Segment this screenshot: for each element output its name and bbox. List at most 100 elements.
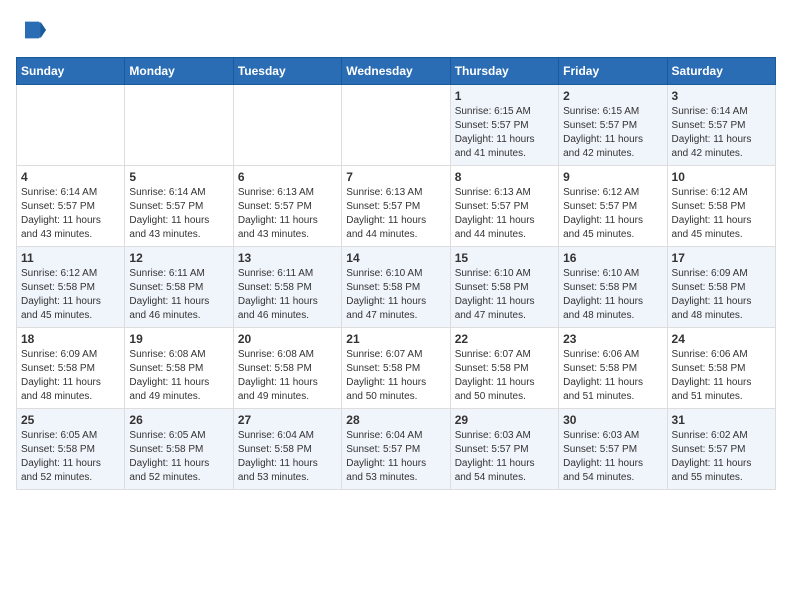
day-info: Sunrise: 6:14 AM Sunset: 5:57 PM Dayligh… [672,105,771,161]
day-number: 6 [238,170,337,184]
day-info: Sunrise: 6:02 AM Sunset: 5:57 PM Dayligh… [672,429,771,485]
day-number: 30 [563,413,662,427]
day-cell: 12 Sunrise: 6:11 AM Sunset: 5:58 PM Dayli… [125,247,233,328]
day-number: 4 [21,170,120,184]
logo [16,16,48,49]
day-number: 21 [346,332,445,346]
day-number: 25 [21,413,120,427]
calendar-header-row: SundayMondayTuesdayWednesdayThursdayFrid… [17,58,776,85]
day-info: Sunrise: 6:14 AM Sunset: 5:57 PM Dayligh… [21,186,120,242]
day-cell [125,85,233,166]
day-number: 10 [672,170,771,184]
day-cell: 6 Sunrise: 6:13 AM Sunset: 5:57 PM Daylig… [233,166,341,247]
day-number: 24 [672,332,771,346]
page-header [16,16,776,49]
day-info: Sunrise: 6:15 AM Sunset: 5:57 PM Dayligh… [563,105,662,161]
day-cell: 13 Sunrise: 6:11 AM Sunset: 5:58 PM Dayli… [233,247,341,328]
day-number: 2 [563,89,662,103]
day-info: Sunrise: 6:08 AM Sunset: 5:58 PM Dayligh… [238,348,337,404]
day-info: Sunrise: 6:12 AM Sunset: 5:58 PM Dayligh… [672,186,771,242]
day-cell: 20 Sunrise: 6:08 AM Sunset: 5:58 PM Dayli… [233,328,341,409]
week-row-4: 18 Sunrise: 6:09 AM Sunset: 5:58 PM Dayli… [17,328,776,409]
day-number: 19 [129,332,228,346]
calendar-table: SundayMondayTuesdayWednesdayThursdayFrid… [16,57,776,490]
day-number: 16 [563,251,662,265]
day-info: Sunrise: 6:07 AM Sunset: 5:58 PM Dayligh… [455,348,554,404]
week-row-2: 4 Sunrise: 6:14 AM Sunset: 5:57 PM Daylig… [17,166,776,247]
day-number: 18 [21,332,120,346]
day-cell: 22 Sunrise: 6:07 AM Sunset: 5:58 PM Dayli… [450,328,558,409]
day-number: 1 [455,89,554,103]
day-cell: 11Sunrise: 6:12 AM Sunset: 5:58 PM Dayli… [17,247,125,328]
day-cell: 28Sunrise: 6:04 AM Sunset: 5:57 PM Dayli… [342,409,450,490]
day-cell: 27Sunrise: 6:04 AM Sunset: 5:58 PM Dayli… [233,409,341,490]
day-cell: 16Sunrise: 6:10 AM Sunset: 5:58 PM Dayli… [559,247,667,328]
day-number: 15 [455,251,554,265]
day-number: 31 [672,413,771,427]
day-cell: 9 Sunrise: 6:12 AM Sunset: 5:57 PM Daylig… [559,166,667,247]
day-cell: 19 Sunrise: 6:08 AM Sunset: 5:58 PM Dayli… [125,328,233,409]
day-cell: 31 Sunrise: 6:02 AM Sunset: 5:57 PM Dayli… [667,409,775,490]
day-number: 20 [238,332,337,346]
day-info: Sunrise: 6:11 AM Sunset: 5:58 PM Dayligh… [238,267,337,323]
day-info: Sunrise: 6:07 AM Sunset: 5:58 PM Dayligh… [346,348,445,404]
day-cell: 1 Sunrise: 6:15 AM Sunset: 5:57 PM Daylig… [450,85,558,166]
day-info: Sunrise: 6:09 AM Sunset: 5:58 PM Dayligh… [672,267,771,323]
week-row-3: 11Sunrise: 6:12 AM Sunset: 5:58 PM Dayli… [17,247,776,328]
day-cell: 23 Sunrise: 6:06 AM Sunset: 5:58 PM Dayli… [559,328,667,409]
day-cell: 2 Sunrise: 6:15 AM Sunset: 5:57 PM Daylig… [559,85,667,166]
day-number: 5 [129,170,228,184]
day-info: Sunrise: 6:06 AM Sunset: 5:58 PM Dayligh… [672,348,771,404]
day-cell [17,85,125,166]
column-header-saturday: Saturday [667,58,775,85]
day-info: Sunrise: 6:11 AM Sunset: 5:58 PM Dayligh… [129,267,228,323]
day-info: Sunrise: 6:13 AM Sunset: 5:57 PM Dayligh… [346,186,445,242]
day-info: Sunrise: 6:08 AM Sunset: 5:58 PM Dayligh… [129,348,228,404]
day-cell: 26Sunrise: 6:05 AM Sunset: 5:58 PM Dayli… [125,409,233,490]
day-cell: 15 Sunrise: 6:10 AM Sunset: 5:58 PM Dayli… [450,247,558,328]
day-cell: 10 Sunrise: 6:12 AM Sunset: 5:58 PM Dayli… [667,166,775,247]
day-info: Sunrise: 6:13 AM Sunset: 5:57 PM Dayligh… [238,186,337,242]
day-info: Sunrise: 6:05 AM Sunset: 5:58 PM Dayligh… [21,429,120,485]
day-cell: 3 Sunrise: 6:14 AM Sunset: 5:57 PM Daylig… [667,85,775,166]
day-info: Sunrise: 6:12 AM Sunset: 5:57 PM Dayligh… [563,186,662,242]
day-number: 22 [455,332,554,346]
day-number: 7 [346,170,445,184]
column-header-friday: Friday [559,58,667,85]
day-number: 12 [129,251,228,265]
week-row-5: 25 Sunrise: 6:05 AM Sunset: 5:58 PM Dayli… [17,409,776,490]
day-number: 23 [563,332,662,346]
day-number: 9 [563,170,662,184]
day-info: Sunrise: 6:09 AM Sunset: 5:58 PM Dayligh… [21,348,120,404]
day-cell: 4 Sunrise: 6:14 AM Sunset: 5:57 PM Daylig… [17,166,125,247]
day-number: 28 [346,413,445,427]
day-info: Sunrise: 6:03 AM Sunset: 5:57 PM Dayligh… [563,429,662,485]
day-number: 27 [238,413,337,427]
day-cell: 24 Sunrise: 6:06 AM Sunset: 5:58 PM Dayli… [667,328,775,409]
column-header-monday: Monday [125,58,233,85]
day-info: Sunrise: 6:10 AM Sunset: 5:58 PM Dayligh… [346,267,445,323]
day-number: 8 [455,170,554,184]
day-cell: 17Sunrise: 6:09 AM Sunset: 5:58 PM Dayli… [667,247,775,328]
day-info: Sunrise: 6:05 AM Sunset: 5:58 PM Dayligh… [129,429,228,485]
week-row-1: 1 Sunrise: 6:15 AM Sunset: 5:57 PM Daylig… [17,85,776,166]
day-cell [342,85,450,166]
day-info: Sunrise: 6:10 AM Sunset: 5:58 PM Dayligh… [455,267,554,323]
day-cell: 7 Sunrise: 6:13 AM Sunset: 5:57 PM Daylig… [342,166,450,247]
day-number: 13 [238,251,337,265]
day-info: Sunrise: 6:15 AM Sunset: 5:57 PM Dayligh… [455,105,554,161]
day-number: 3 [672,89,771,103]
day-cell: 30 Sunrise: 6:03 AM Sunset: 5:57 PM Dayli… [559,409,667,490]
column-header-sunday: Sunday [17,58,125,85]
column-header-thursday: Thursday [450,58,558,85]
day-info: Sunrise: 6:06 AM Sunset: 5:58 PM Dayligh… [563,348,662,404]
day-number: 29 [455,413,554,427]
day-cell: 5Sunrise: 6:14 AM Sunset: 5:57 PM Daylig… [125,166,233,247]
column-header-wednesday: Wednesday [342,58,450,85]
day-cell: 25 Sunrise: 6:05 AM Sunset: 5:58 PM Dayli… [17,409,125,490]
day-info: Sunrise: 6:13 AM Sunset: 5:57 PM Dayligh… [455,186,554,242]
day-cell: 21 Sunrise: 6:07 AM Sunset: 5:58 PM Dayli… [342,328,450,409]
day-cell: 8 Sunrise: 6:13 AM Sunset: 5:57 PM Daylig… [450,166,558,247]
day-info: Sunrise: 6:12 AM Sunset: 5:58 PM Dayligh… [21,267,120,323]
day-number: 14 [346,251,445,265]
